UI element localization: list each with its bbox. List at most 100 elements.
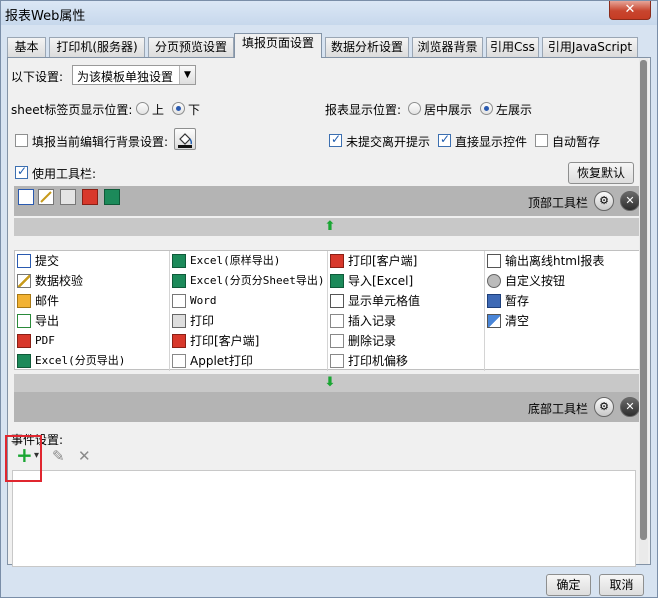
eraser-icon	[487, 314, 501, 328]
report-position-left-radio[interactable]	[480, 102, 493, 115]
move-up-strip[interactable]: ⬆	[14, 218, 646, 236]
direct-show-control-checkbox[interactable]	[438, 132, 451, 147]
autosave-checkbox[interactable]	[535, 134, 548, 147]
toolbar-item	[485, 331, 645, 351]
toolbar-item[interactable]: 打印机偏移	[328, 351, 485, 371]
background-picker-button[interactable]	[174, 128, 196, 150]
toolbar-item[interactable]: 输出离线html报表	[485, 251, 645, 271]
toolbar-item[interactable]: 打印	[170, 311, 328, 331]
toolbar-item[interactable]: 清空	[485, 311, 645, 331]
scrollbar-thumb[interactable]	[640, 60, 647, 540]
verify-icon	[17, 274, 31, 288]
toolbar-item[interactable]: 插入记录	[328, 311, 485, 331]
restore-default-button[interactable]: 恢复默认	[568, 162, 634, 184]
report-position-center-label: 居中展示	[424, 103, 473, 117]
move-down-strip[interactable]: ⬇	[14, 374, 646, 392]
tab-printer-server[interactable]: 打印机(服务器)	[49, 37, 145, 57]
toolbar-item[interactable]: 导入[Excel]	[328, 271, 485, 291]
toolbar-item-label: 打印[客户端]	[348, 254, 418, 268]
applet-print-icon	[172, 354, 186, 368]
tab-bar: 基本 打印机(服务器) 分页预览设置 填报页面设置 数据分析设置 浏览器背景 引…	[7, 33, 649, 58]
fill-row-background-checkbox[interactable]	[15, 134, 28, 147]
toolbar-item[interactable]: 提交	[15, 251, 170, 271]
window-close-button[interactable]: ✕	[609, 1, 651, 20]
close-icon: ✕	[625, 400, 635, 413]
vertical-scrollbar[interactable]	[639, 58, 648, 564]
mail-icon	[17, 294, 31, 308]
save-icon	[487, 294, 501, 308]
sheet-position-top-label: 上	[152, 103, 165, 117]
excel-icon	[172, 254, 186, 268]
window-title: 报表Web属性	[5, 9, 86, 24]
tab-data-analysis[interactable]: 数据分析设置	[325, 37, 409, 57]
toolbar-items-grid: 提交 Excel(原样导出) 打印[客户端] 输出离线html报表数据校验 Excel(…	[14, 250, 646, 371]
delete-row-icon	[330, 334, 344, 348]
toolbar-item[interactable]: 打印[客户端]	[170, 331, 328, 351]
cancel-button[interactable]: 取消	[599, 574, 644, 596]
toolbar-item[interactable]: Applet打印	[170, 351, 328, 371]
toolbar-item-label: 导入[Excel]	[348, 274, 414, 288]
toolbar-item-label: PDF	[35, 334, 55, 347]
fill-row-background-label: 填报当前编辑行背景设置:	[32, 135, 169, 149]
toolbar-item-label: 邮件	[35, 294, 60, 308]
toolbar-item[interactable]: 数据校验	[15, 271, 170, 291]
toolbar-item[interactable]: 打印[客户端]	[328, 251, 485, 271]
top-toolbar-strip: 顶部工具栏 ⚙ ✕	[14, 186, 646, 216]
report-position-center-radio[interactable]	[408, 102, 421, 115]
scope-label: 以下设置:	[11, 70, 64, 84]
excel-icon	[172, 274, 186, 288]
pdf-print-icon	[330, 254, 344, 268]
toolbar-item[interactable]: Excel(分页导出)	[15, 351, 170, 371]
toolbar-item[interactable]: 邮件	[15, 291, 170, 311]
toolbar-item[interactable]: 删除记录	[328, 331, 485, 351]
toolbar-item-label: 打印	[190, 314, 215, 328]
toolbar-item[interactable]: PDF	[15, 331, 170, 351]
use-toolbar-checkbox[interactable]	[15, 164, 28, 179]
submit-icon	[17, 254, 31, 268]
tab-reference-css[interactable]: 引用Css	[486, 37, 539, 57]
top-toolbar-settings-button[interactable]: ⚙	[594, 191, 614, 211]
sheet-position-bottom-radio[interactable]	[172, 102, 185, 115]
toolbar-item-label: 暂存	[505, 294, 530, 308]
event-list-area[interactable]	[12, 470, 636, 567]
verify-icon[interactable]	[38, 189, 54, 205]
tab-reference-javascript[interactable]: 引用JavaScript	[542, 37, 638, 57]
toolbar-item[interactable]: Excel(分页分Sheet导出)	[170, 271, 328, 291]
tab-basic[interactable]: 基本	[7, 37, 46, 57]
edit-event-icon[interactable]: ✎	[52, 447, 65, 465]
submit-icon[interactable]	[18, 189, 34, 205]
move-icon	[330, 354, 344, 368]
ok-button[interactable]: 确定	[546, 574, 591, 596]
toolbar-item[interactable]: Word	[170, 291, 328, 311]
toolbar-item[interactable]: Excel(原样导出)	[170, 251, 328, 271]
toolbar-item-label: 打印[客户端]	[190, 334, 260, 348]
flash-print-icon[interactable]	[82, 189, 98, 205]
sheet-position-top-radio[interactable]	[136, 102, 149, 115]
toolbar-item-label: 数据校验	[35, 274, 84, 288]
export-icon	[17, 314, 31, 328]
tab-browser-background[interactable]: 浏览器背景	[412, 37, 483, 57]
printer-icon[interactable]	[60, 189, 76, 205]
report-position-label: 报表显示位置:	[325, 103, 402, 117]
tab-fill-page-settings[interactable]: 填报页面设置	[234, 33, 322, 58]
delete-event-icon[interactable]: ✕	[78, 447, 91, 465]
scope-select[interactable]: 为该模板单独设置 ▼	[72, 65, 196, 85]
toolbar-item	[485, 351, 645, 371]
word-icon	[172, 294, 186, 308]
gear-icon: ⚙	[599, 194, 609, 207]
toolbar-item[interactable]: 自定义按钮	[485, 271, 645, 291]
tab-page-preview[interactable]: 分页预览设置	[148, 37, 234, 57]
bottom-toolbar-settings-button[interactable]: ⚙	[594, 397, 614, 417]
toolbar-item-label: Excel(分页导出)	[35, 354, 126, 367]
top-toolbar-label: 顶部工具栏	[527, 196, 588, 210]
toolbar-item[interactable]: 显示单元格值	[328, 291, 485, 311]
html-export-icon	[487, 254, 501, 268]
add-button-highlight-box	[5, 435, 42, 482]
top-toolbar-remove-button[interactable]: ✕	[620, 191, 640, 211]
excel-icon[interactable]	[104, 189, 120, 205]
toolbar-item[interactable]: 导出	[15, 311, 170, 331]
toolbar-item[interactable]: 暂存	[485, 291, 645, 311]
bottom-toolbar-remove-button[interactable]: ✕	[620, 397, 640, 417]
insert-row-icon	[330, 314, 344, 328]
unsubmitted-leave-prompt-checkbox[interactable]	[329, 132, 342, 147]
